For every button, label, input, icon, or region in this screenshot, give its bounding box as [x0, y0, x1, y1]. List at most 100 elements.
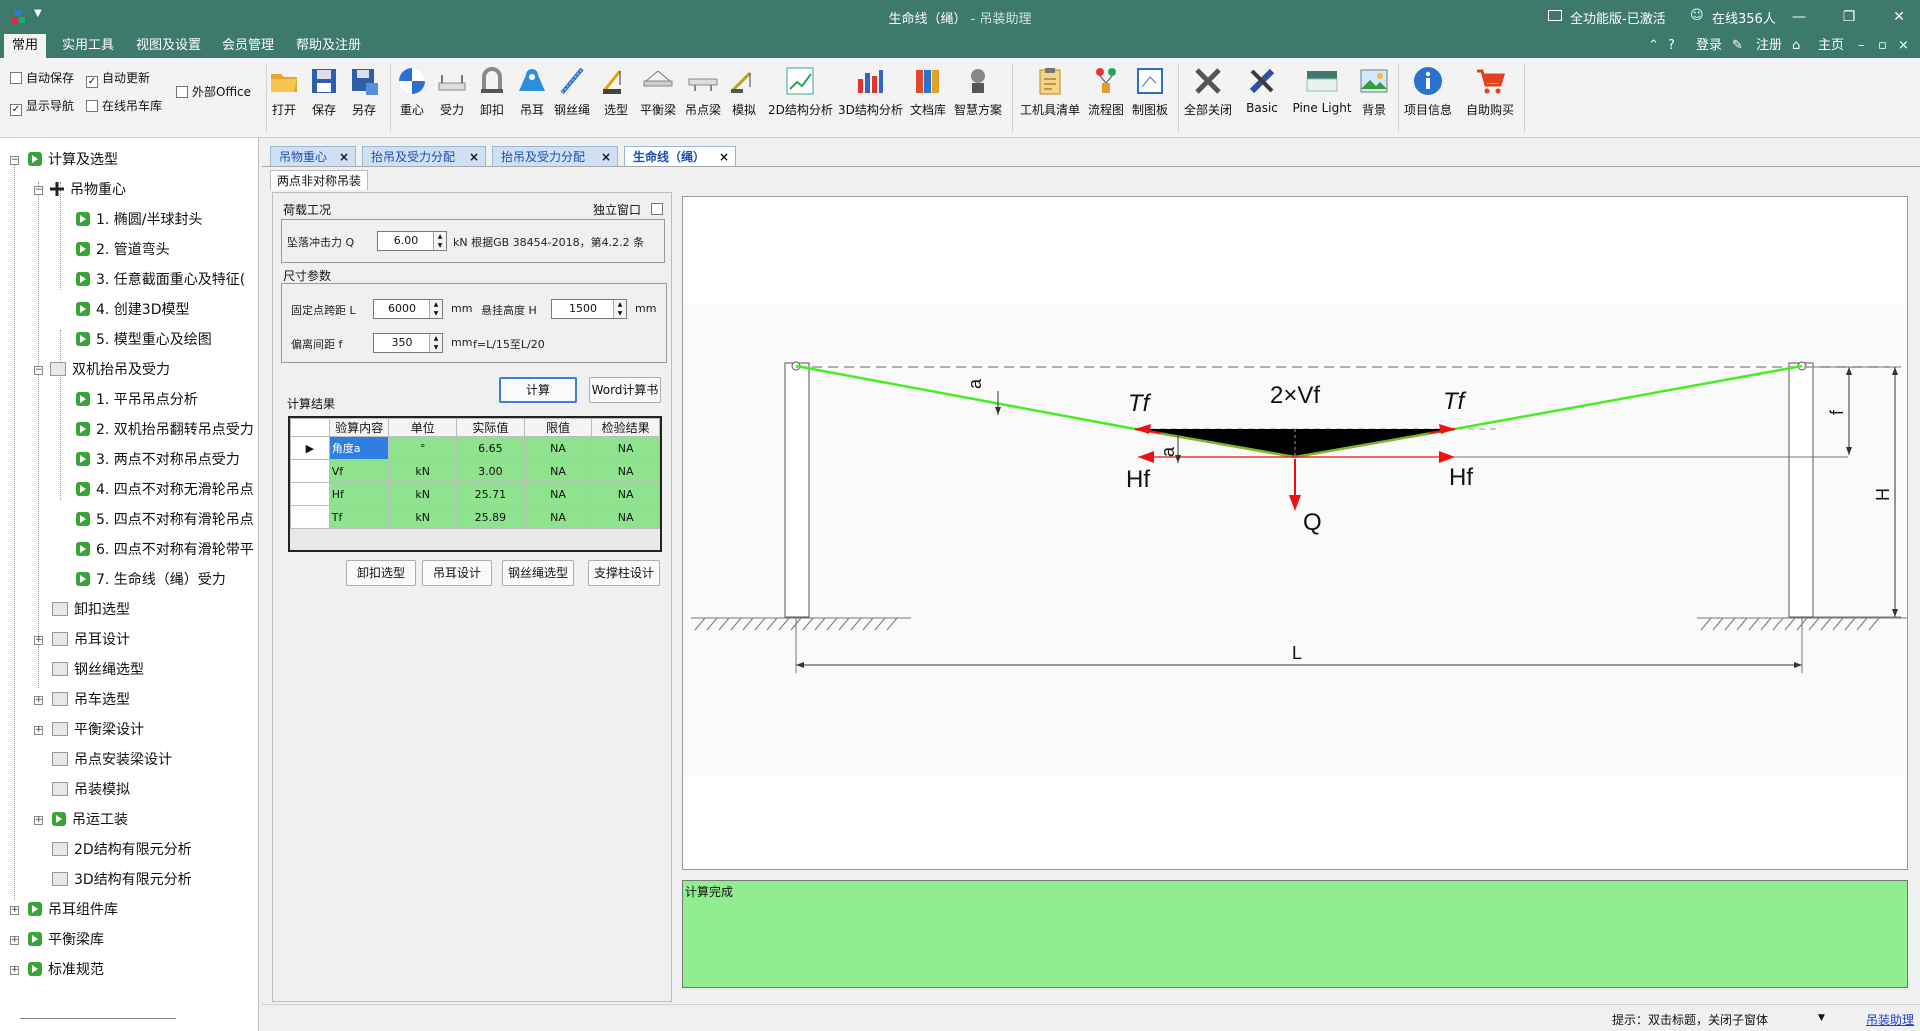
- online-crane-db-checkbox[interactable]: 在线吊车库: [86, 98, 162, 114]
- table-cell[interactable]: 3.00: [456, 459, 525, 483]
- table-cell[interactable]: Vf: [328, 459, 390, 483]
- table-cell[interactable]: Hf: [328, 482, 390, 506]
- smart-plan-button[interactable]: 智慧方案: [952, 63, 1004, 133]
- tab-dual-lift-2[interactable]: 抬吊及受力分配 ×: [492, 146, 618, 166]
- tab-close-icon[interactable]: ×: [339, 147, 349, 167]
- register-link[interactable]: 注册: [1756, 34, 1782, 58]
- background-button[interactable]: 背景: [1358, 63, 1390, 133]
- auto-save-checkbox[interactable]: 自动保存: [10, 70, 74, 86]
- table-cell[interactable]: NA: [523, 436, 593, 460]
- shackle-button[interactable]: 卸扣: [476, 63, 508, 133]
- tree-item-3d-fea[interactable]: 3D结构有限元分析: [52, 868, 192, 892]
- q-input[interactable]: 6.00 ▲ ▼: [377, 231, 447, 251]
- tree-group-cog[interactable]: − 吊物重心: [34, 178, 126, 202]
- tree-item-shackle[interactable]: 卸扣选型: [52, 598, 130, 622]
- tab-close-icon[interactable]: ×: [601, 147, 611, 167]
- project-info-button[interactable]: 项目信息: [1402, 63, 1454, 133]
- tree-item-dual-2[interactable]: 2. 双机抬吊翻转吊点受力: [76, 418, 256, 442]
- save-button[interactable]: 保存: [308, 63, 340, 133]
- table-cell[interactable]: NA: [591, 505, 660, 529]
- tree-item-cog-5[interactable]: 5. 模型重心及绘图: [76, 328, 212, 352]
- table-cell[interactable]: kN: [388, 459, 458, 483]
- crane-select-button[interactable]: 选型: [600, 63, 632, 133]
- spreader-beam-button[interactable]: 平衡梁: [638, 63, 678, 133]
- restore-icon[interactable]: ❐: [1834, 6, 1864, 28]
- mdi-close-icon[interactable]: ×: [1898, 34, 1909, 58]
- table-cell[interactable]: Tf: [328, 505, 390, 529]
- standalone-checkbox[interactable]: [651, 203, 663, 215]
- stepper-icon[interactable]: ▲ ▼: [433, 232, 446, 250]
- table-row[interactable]: Tf kN 25.89 NA NA: [290, 505, 660, 529]
- tree-item-lug[interactable]: + 吊耳设计: [34, 628, 130, 652]
- stepper-icon[interactable]: ▲ ▼: [429, 334, 442, 352]
- tab-dual-lift-1[interactable]: 抬吊及受力分配 ×: [362, 146, 486, 166]
- table-cell[interactable]: NA: [523, 482, 593, 506]
- close-icon[interactable]: ✕: [1884, 6, 1914, 28]
- table-cell[interactable]: NA: [591, 459, 660, 483]
- table-cell[interactable]: NA: [591, 436, 660, 460]
- tree-root-lug-lib[interactable]: + 吊耳组件库: [10, 898, 118, 922]
- menu-common[interactable]: 常用: [4, 34, 47, 58]
- tree-item-cog-2[interactable]: 2. 管道弯头: [76, 238, 170, 262]
- collapse-ribbon-icon[interactable]: ⌃: [1648, 34, 1659, 58]
- row-selector[interactable]: [290, 505, 330, 529]
- show-nav-checkbox[interactable]: ✓ 显示导航: [10, 98, 74, 116]
- menu-tools[interactable]: 实用工具: [54, 34, 122, 58]
- tree-item-dual-7[interactable]: 7. 生命线（绳）受力: [76, 568, 226, 592]
- dropdown-icon[interactable]: ▼: [1818, 1013, 1825, 1023]
- tree-item-wire-rope[interactable]: 钢丝绳选型: [52, 658, 144, 682]
- menu-membership[interactable]: 会员管理: [214, 34, 282, 58]
- tree-group-dual-lift[interactable]: − 双机抬吊及受力: [34, 358, 170, 382]
- row-selector[interactable]: [290, 482, 330, 506]
- lifting-beam-button[interactable]: 吊点梁: [684, 63, 722, 133]
- f-input[interactable]: 350 ▲ ▼: [373, 333, 443, 353]
- tree-item-mount-beam[interactable]: 吊点安装梁设计: [52, 748, 172, 772]
- menu-view-settings[interactable]: 视图及设置: [128, 34, 209, 58]
- tab-cog[interactable]: 吊物重心 ×: [270, 146, 356, 166]
- 3d-analysis-button[interactable]: 3D结构分析: [838, 63, 903, 133]
- table-row[interactable]: ▶ 角度a ° 6.65 NA NA: [290, 436, 660, 460]
- tree-root-standards[interactable]: + 标准规范: [10, 958, 104, 982]
- app-help-link[interactable]: 吊装助理: [1866, 1011, 1914, 1028]
- menu-help-register[interactable]: 帮助及注册: [288, 34, 369, 58]
- tab-close-icon[interactable]: ×: [719, 147, 729, 167]
- lug-design-button[interactable]: 吊耳设计: [422, 560, 492, 586]
- tree-item-transport[interactable]: + 吊运工装: [34, 808, 128, 832]
- table-cell[interactable]: 25.89: [456, 505, 525, 529]
- table-cell[interactable]: kN: [388, 482, 458, 506]
- login-link[interactable]: 登录: [1696, 34, 1722, 58]
- tree-hscroll[interactable]: [20, 1018, 176, 1019]
- word-report-button[interactable]: Word计算书: [589, 377, 661, 403]
- l-input[interactable]: 6000 ▲ ▼: [373, 299, 443, 319]
- table-cell[interactable]: NA: [523, 505, 593, 529]
- theme-pine-light-button[interactable]: Pine Light: [1290, 63, 1354, 133]
- tab-lifeline[interactable]: 生命线（绳） ×: [624, 146, 736, 166]
- table-row[interactable]: Vf kN 3.00 NA NA: [290, 459, 660, 483]
- row-selector-icon[interactable]: ▶: [290, 436, 330, 460]
- h-input[interactable]: 1500 ▲ ▼: [551, 299, 627, 319]
- tree-item-spreader[interactable]: + 平衡梁设计: [34, 718, 144, 742]
- table-cell[interactable]: kN: [388, 505, 458, 529]
- tree-item-cog-3[interactable]: 3. 任意截面重心及特征(: [76, 268, 256, 292]
- minimize-icon[interactable]: —: [1784, 6, 1814, 28]
- tree-item-dual-4[interactable]: 4. 四点不对称无滑轮吊点: [76, 478, 256, 502]
- tree-item-dual-6[interactable]: 6. 四点不对称有滑轮带平: [76, 538, 256, 562]
- calculate-button[interactable]: 计算: [499, 377, 577, 403]
- table-row[interactable]: Hf kN 25.71 NA NA: [290, 482, 660, 506]
- tree-item-dual-5[interactable]: 5. 四点不对称有滑轮吊点: [76, 508, 256, 532]
- tab-close-icon[interactable]: ×: [469, 147, 479, 167]
- save-as-button[interactable]: 另存: [348, 63, 380, 133]
- table-cell[interactable]: 25.71: [456, 482, 525, 506]
- table-cell[interactable]: NA: [523, 459, 593, 483]
- stepper-icon[interactable]: ▲ ▼: [613, 300, 626, 318]
- flowchart-button[interactable]: 流程图: [1088, 63, 1124, 133]
- auto-update-checkbox[interactable]: ✓ 自动更新: [86, 70, 150, 88]
- tree-item-cog-1[interactable]: 1. 椭圆/半球封头: [76, 208, 203, 232]
- self-purchase-button[interactable]: 自助购买: [1464, 63, 1516, 133]
- support-column-button[interactable]: 支撑柱设计: [588, 560, 660, 586]
- tree-root-beam-lib[interactable]: + 平衡梁库: [10, 928, 104, 952]
- stepper-icon[interactable]: ▲ ▼: [429, 300, 442, 318]
- force-button[interactable]: 受力: [436, 63, 468, 133]
- wire-rope-button[interactable]: 钢丝绳: [554, 63, 590, 133]
- close-all-button[interactable]: 全部关闭: [1184, 63, 1232, 133]
